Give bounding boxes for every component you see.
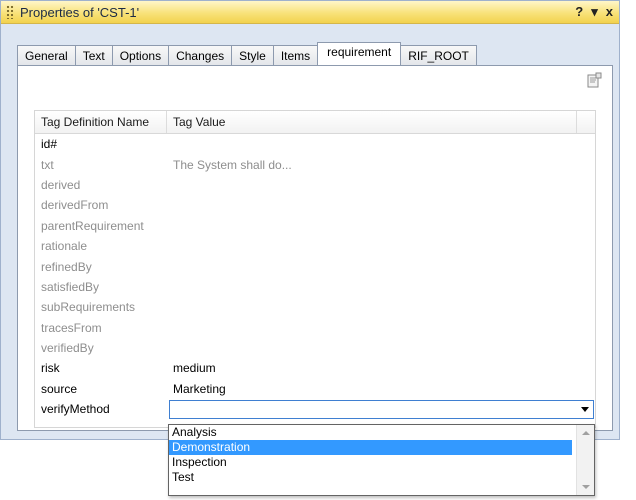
tag-value-cell[interactable]: The System shall do... [167, 158, 595, 172]
table-row[interactable]: satisfiedBy [35, 277, 595, 297]
column-header-spacer [577, 111, 595, 133]
table-row[interactable]: id# [35, 134, 595, 154]
tag-name-cell: rationale [41, 239, 88, 254]
tab-items[interactable]: Items [272, 45, 319, 65]
verify-method-dropdown-list[interactable]: Analysis Demonstration Inspection Test [168, 424, 595, 496]
tag-name-cell: derivedFrom [41, 198, 109, 213]
table-row[interactable]: parentRequirement [35, 216, 595, 236]
tab-options[interactable]: Options [111, 45, 170, 65]
tag-name-cell: parentRequirement [41, 218, 144, 233]
tag-name-cell: risk [41, 361, 60, 376]
window-menu-button[interactable]: ▾ [591, 4, 598, 20]
tag-name-cell: tracesFrom [41, 320, 102, 335]
tag-name-cell: refinedBy [41, 259, 92, 274]
tag-name-cell: verifyMethod [41, 402, 110, 417]
tag-value-cell[interactable]: Marketing [167, 382, 595, 396]
table-row[interactable]: risk medium [35, 358, 595, 378]
table-row[interactable]: derivedFrom [35, 195, 595, 215]
dropdown-option[interactable]: Analysis [169, 425, 572, 440]
properties-page-icon[interactable] [586, 72, 602, 88]
tab-changes[interactable]: Changes [168, 45, 233, 65]
chevron-down-icon[interactable] [581, 406, 589, 412]
grid-rows: id# txt The System shall do... derived deriv… [35, 134, 595, 419]
table-row[interactable]: rationale [35, 236, 595, 256]
tag-name-cell: satisfiedBy [41, 279, 100, 294]
scroll-down-arrow-icon[interactable] [582, 485, 590, 489]
verify-method-select[interactable] [169, 399, 594, 419]
tag-name-cell: verifiedBy [41, 341, 94, 356]
tag-name-cell: id# [41, 137, 58, 152]
table-row[interactable]: subRequirements [35, 297, 595, 317]
drag-grip-icon[interactable] [6, 5, 14, 19]
dropdown-option[interactable]: Inspection [169, 455, 572, 470]
tag-name-cell: source [41, 381, 78, 396]
title-bar[interactable]: Properties of 'CST-1' ? ▾ x [1, 1, 619, 24]
table-row[interactable]: derived [35, 175, 595, 195]
column-header-tag-name[interactable]: Tag Definition Name [35, 111, 167, 133]
window-title: Properties of 'CST-1' [20, 4, 140, 20]
tab-panel-requirement: Tag Definition Name Tag Value id# txt The … [17, 65, 613, 431]
table-row[interactable]: refinedBy [35, 256, 595, 276]
grid-header: Tag Definition Name Tag Value [35, 111, 595, 134]
title-controls: ? ▾ x [575, 4, 613, 20]
help-button[interactable]: ? [575, 4, 583, 20]
dropdown-options: Analysis Demonstration Inspection Test [169, 425, 594, 485]
tab-text[interactable]: Text [74, 45, 113, 65]
tab-requirement[interactable]: requirement [317, 42, 402, 65]
table-row[interactable]: verifiedBy [35, 338, 595, 358]
tag-name-cell: derived [41, 177, 81, 192]
tag-values-grid: Tag Definition Name Tag Value id# txt The … [34, 110, 596, 428]
tab-strip: General Text Options Changes Style Items requi… [17, 42, 477, 65]
tag-name-cell: subRequirements [41, 300, 136, 315]
tag-value-cell[interactable]: medium [167, 361, 595, 375]
table-row[interactable]: tracesFrom [35, 318, 595, 338]
column-header-tag-value[interactable]: Tag Value [167, 111, 577, 133]
table-row[interactable]: txt The System shall do... [35, 154, 595, 174]
close-button[interactable]: x [606, 4, 613, 20]
dropdown-option[interactable]: Test [169, 470, 572, 485]
table-row[interactable]: source Marketing [35, 379, 595, 399]
dropdown-scrollbar[interactable] [576, 425, 594, 495]
tab-general[interactable]: General [17, 45, 76, 65]
properties-window: Properties of 'CST-1' ? ▾ x General Text O… [0, 0, 620, 440]
table-row[interactable]: verifyMethod [35, 399, 595, 419]
scroll-up-arrow-icon[interactable] [582, 431, 590, 435]
dropdown-option[interactable]: Demonstration [169, 440, 572, 455]
tab-rif-root[interactable]: RIF_ROOT [400, 45, 477, 65]
tab-style[interactable]: Style [231, 45, 274, 65]
tag-name-cell: txt [41, 157, 54, 172]
